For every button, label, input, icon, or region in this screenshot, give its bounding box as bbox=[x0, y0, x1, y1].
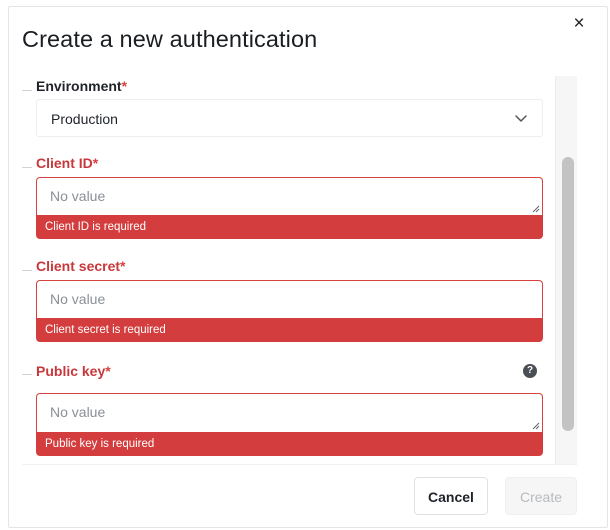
environment-select[interactable]: Production bbox=[36, 99, 543, 137]
client-secret-error: Client secret is required bbox=[36, 318, 543, 342]
required-mark: * bbox=[121, 78, 128, 94]
footer-divider bbox=[22, 464, 577, 465]
public-key-error: Public key is required bbox=[36, 432, 543, 456]
field-tick bbox=[22, 374, 32, 375]
chevron-down-icon bbox=[515, 115, 527, 122]
public-key-label: Public key* bbox=[36, 363, 111, 379]
public-key-label-text: Public key bbox=[36, 363, 106, 379]
environment-label-text: Environment bbox=[36, 78, 122, 94]
form-scroll-area: Environment* Production Client ID* No va… bbox=[22, 76, 576, 464]
question-circle-icon[interactable]: ? bbox=[523, 364, 537, 378]
client-secret-input[interactable]: No value bbox=[36, 280, 543, 318]
field-tick bbox=[22, 167, 32, 168]
required-mark: * bbox=[92, 155, 99, 171]
client-secret-label-text: Client secret bbox=[36, 258, 121, 274]
client-id-label: Client ID* bbox=[36, 155, 98, 171]
public-key-placeholder: No value bbox=[50, 404, 106, 420]
resize-grip-icon[interactable] bbox=[531, 421, 540, 430]
client-id-error-text: Client ID is required bbox=[45, 221, 146, 233]
field-tick bbox=[22, 270, 32, 271]
required-mark: * bbox=[105, 363, 111, 379]
dialog-title: Create a new authentication bbox=[22, 26, 318, 52]
client-id-label-text: Client ID bbox=[36, 155, 93, 171]
create-button[interactable]: Create bbox=[505, 477, 577, 515]
close-icon[interactable]: × bbox=[570, 14, 588, 34]
create-authentication-dialog: × Create a new authentication Environmen… bbox=[0, 0, 610, 530]
client-id-input[interactable]: No value bbox=[36, 177, 543, 215]
environment-label: Environment* bbox=[36, 78, 127, 94]
public-key-input[interactable]: No value bbox=[36, 393, 543, 432]
environment-select-value: Production bbox=[51, 111, 118, 127]
scrollbar-thumb[interactable] bbox=[562, 157, 574, 431]
field-tick bbox=[22, 90, 32, 91]
client-id-placeholder: No value bbox=[50, 188, 106, 204]
client-secret-placeholder: No value bbox=[50, 291, 106, 307]
resize-grip-icon[interactable] bbox=[531, 204, 540, 213]
client-secret-label: Client secret* bbox=[36, 258, 126, 274]
client-secret-error-text: Client secret is required bbox=[45, 324, 166, 336]
client-id-error: Client ID is required bbox=[36, 215, 543, 239]
public-key-error-text: Public key is required bbox=[45, 438, 155, 450]
cancel-button[interactable]: Cancel bbox=[414, 477, 488, 515]
required-mark: * bbox=[120, 258, 126, 274]
